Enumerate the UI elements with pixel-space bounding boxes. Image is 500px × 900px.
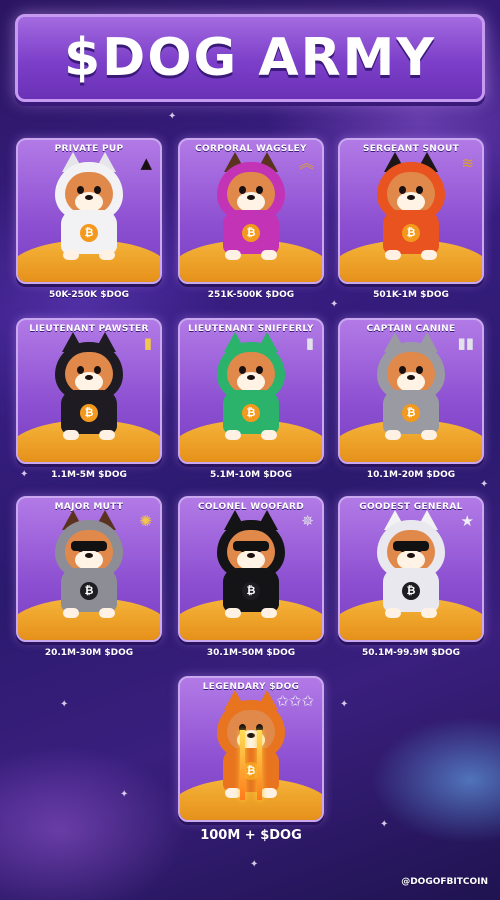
sunglasses-icon <box>393 541 429 551</box>
dog-character: ₿ <box>211 152 291 260</box>
star-icon: ✦ <box>120 789 129 800</box>
banner-title: $DOG ARMY <box>63 28 437 88</box>
dog-character: ₿ <box>49 510 129 618</box>
dog-character: ₿ <box>371 152 451 260</box>
star-icon: ✦ <box>380 819 389 830</box>
rank-card: LEGENDARY $DOG ✩✩✩ ₿ <box>178 676 324 822</box>
rank-range: 50K-250K $DOG <box>48 290 130 300</box>
rank-range: 20.1M-30M $DOG <box>44 648 134 658</box>
bitcoin-logo-icon: ₿ <box>242 582 260 600</box>
dog-character: ₿ <box>371 332 451 440</box>
sunglasses-icon <box>71 541 107 551</box>
rank-card: PRIVATE PUP ▲ ₿ <box>16 138 162 284</box>
rank-range: 10.1M-20M $DOG <box>366 470 456 480</box>
rank-card: CORPORAL WAGSLEY ︽ ₿ <box>178 138 324 284</box>
rank-range: 50.1M-99.9M $DOG <box>362 648 460 658</box>
silver-bar-icon: ▮ <box>305 334 314 352</box>
gold-bar-icon: ▮ <box>143 334 152 352</box>
silver-eagle-icon: ✵ <box>301 512 314 530</box>
bitcoin-logo-icon: ₿ <box>242 404 260 422</box>
general-star-icon: ★ <box>460 512 474 530</box>
bitcoin-logo-icon: ₿ <box>402 224 420 242</box>
rank-range: 100M + $DOG <box>200 828 302 843</box>
rank-card: MAJOR MUTT ✺ ₿ <box>16 496 162 642</box>
bitcoin-logo-icon: ₿ <box>402 582 420 600</box>
bitcoin-logo-icon: ₿ <box>80 224 98 242</box>
rank-range: 5.1M-10M $DOG <box>209 470 293 480</box>
rank-range: 30.1M-50M $DOG <box>206 648 296 658</box>
dog-character: ₿ <box>211 510 291 618</box>
rank-card: LIEUTENANT SNIFFERLY ▮ ₿ <box>178 318 324 464</box>
star-icon: ✦ <box>168 111 177 122</box>
double-silver-bar-icon: ▮▮ <box>457 334 474 352</box>
bitcoin-logo-icon: ₿ <box>80 404 98 422</box>
rank-card: SERGEANT SNOUT ≋ ₿ <box>338 138 484 284</box>
star-icon: ✦ <box>340 699 349 710</box>
dog-character: ₿ <box>49 332 129 440</box>
rank-card: GOODEST GENERAL ★ ₿ <box>338 496 484 642</box>
laser-eye-icon <box>240 730 245 800</box>
star-icon: ✦ <box>480 479 489 490</box>
bitcoin-logo-icon: ₿ <box>80 582 98 600</box>
single-chevron-icon: ▲ <box>140 154 152 172</box>
rank-card: CAPTAIN CANINE ▮▮ ₿ <box>338 318 484 464</box>
bitcoin-logo-icon: ₿ <box>402 404 420 422</box>
rank-range: 501K-1M $DOG <box>373 290 449 300</box>
dog-character: ₿ <box>211 332 291 440</box>
rank-range: 251K-500K $DOG <box>207 290 295 300</box>
star-icon: ✦ <box>250 859 259 870</box>
rank-card: COLONEL WOOFARD ✵ ₿ <box>178 496 324 642</box>
double-chevron-icon: ︽ <box>298 154 314 172</box>
gold-leaf-icon: ✺ <box>139 512 152 530</box>
rank-range: 1.1M-5M $DOG <box>51 470 127 480</box>
star-icon: ✦ <box>330 299 339 310</box>
dog-character: ₿ <box>49 152 129 260</box>
social-handle: @DOGOFBITCOIN <box>401 877 488 887</box>
dog-character: ₿ <box>371 510 451 618</box>
triple-chevron-icon: ≋ <box>461 154 474 172</box>
star-icon: ✦ <box>60 699 69 710</box>
laser-eye-icon <box>257 730 262 800</box>
rank-card: LIEUTENANT PAWSTER ▮ ₿ <box>16 318 162 464</box>
title-banner: $DOG ARMY <box>15 14 485 102</box>
sunglasses-icon <box>233 541 269 551</box>
bitcoin-logo-icon: ₿ <box>242 224 260 242</box>
dog-character: ₿ <box>211 690 291 800</box>
